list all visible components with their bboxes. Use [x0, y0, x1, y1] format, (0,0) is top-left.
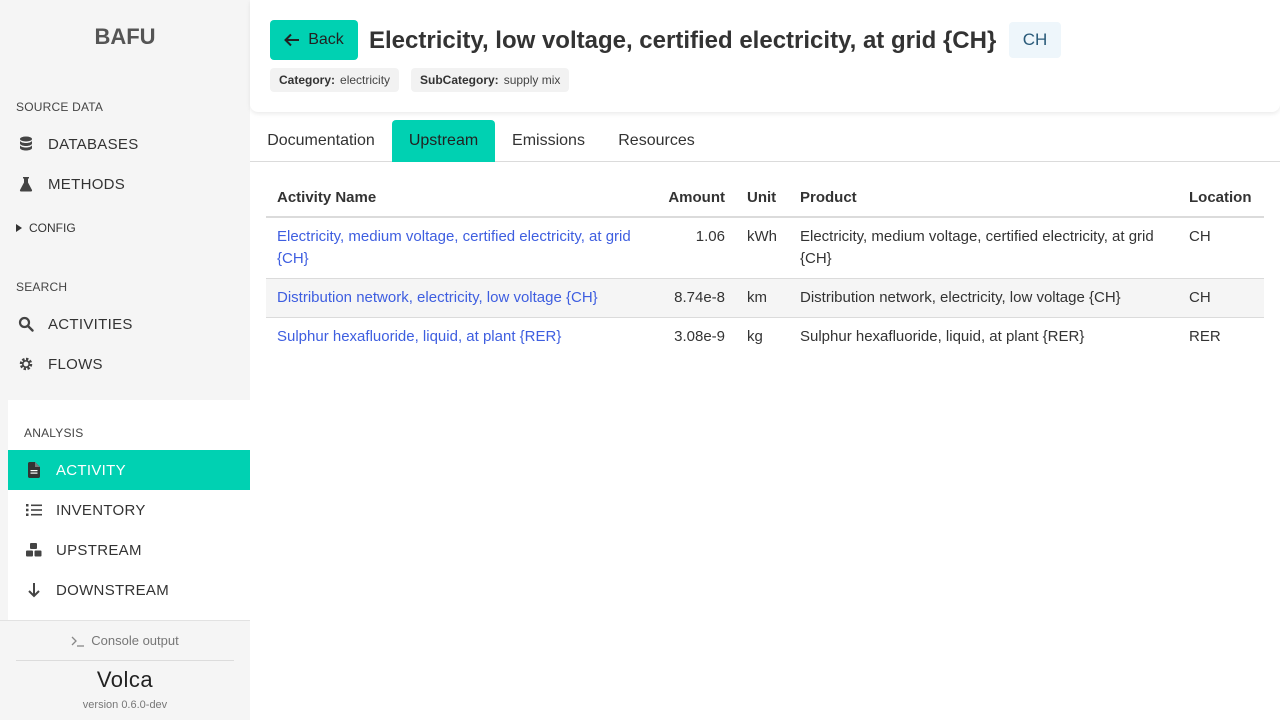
category-tag: Category: electricity	[270, 68, 400, 92]
sidebar-item-label: FLOWS	[48, 355, 103, 373]
sidebar-footer: Console output Volca version 0.6.0-dev	[0, 620, 250, 720]
config-toggle[interactable]: CONFIG	[16, 221, 76, 235]
sidebar-item-label: ACTIVITY	[56, 461, 126, 479]
upstream-table: Activity Name Amount Unit Product Locati…	[266, 178, 1264, 356]
sidebar-item-flows[interactable]: FLOWS	[0, 344, 250, 384]
cell-amount: 3.08e-9	[674, 328, 725, 345]
cell-location: RER	[1189, 328, 1221, 345]
search-icon	[16, 314, 36, 334]
activity-link[interactable]: Sulphur hexafluoride, liquid, at plant {…	[277, 328, 561, 345]
back-button[interactable]: Back	[270, 20, 358, 60]
tab-resources[interactable]: Resources	[602, 120, 711, 162]
category-value: electricity	[340, 73, 391, 87]
version-label: version 0.6.0-dev	[82, 699, 168, 711]
footer-divider	[16, 660, 234, 661]
cell-activity-name: Sulphur hexafluoride, liquid, at plant {…	[266, 318, 655, 357]
sidebar-item-activity[interactable]: ACTIVITY	[8, 450, 250, 490]
column-header-product[interactable]: Product	[789, 178, 1178, 218]
brand-title: BAFU	[94, 24, 156, 49]
sidebar-item-label: UPSTREAM	[56, 541, 142, 559]
cell-unit: km	[736, 278, 789, 318]
activity-link[interactable]: Distribution network, electricity, low v…	[277, 289, 598, 306]
gear-icon	[16, 354, 36, 374]
activity-header: Back Electricity, low voltage, certified…	[250, 0, 1280, 112]
cell-activity-name: Distribution network, electricity, low v…	[266, 278, 655, 318]
cell-activity-name: Electricity, medium voltage, certified e…	[266, 217, 655, 279]
table-row: Sulphur hexafluoride, liquid, at plant {…	[266, 318, 1264, 357]
column-header-unit[interactable]: Unit	[736, 178, 789, 218]
cell-unit: kg	[747, 328, 763, 345]
cell-amount: 1.06	[655, 217, 736, 279]
console-output-label: Console output	[91, 633, 179, 648]
activity-link[interactable]: Electricity, medium voltage, certified e…	[277, 228, 631, 267]
sidebar-item-methods[interactable]: METHODS	[0, 164, 250, 204]
cubes-icon	[24, 540, 44, 560]
subcategory-key: SubCategory:	[420, 73, 499, 87]
sidebar-item-downstream[interactable]: DOWNSTREAM	[8, 570, 250, 610]
tab-emissions[interactable]: Emissions	[495, 120, 602, 162]
arrow-down-icon	[24, 580, 44, 600]
category-key: Category:	[279, 73, 336, 87]
table-row: Electricity, medium voltage, certified e…	[266, 217, 1264, 279]
sidebar: BAFU SOURCE DATA DATABASES METHODS CONFI…	[0, 0, 250, 720]
subcategory-value: supply mix	[503, 73, 561, 87]
sidebar-item-upstream[interactable]: UPSTREAM	[8, 530, 250, 570]
table-row: Distribution network, electricity, low v…	[266, 278, 1264, 318]
table-header-row: Activity Name Amount Unit Product Locati…	[266, 178, 1264, 218]
back-label: Back	[308, 31, 344, 48]
cell-location: CH	[1178, 217, 1264, 279]
section-label-analysis: ANALYSIS	[24, 426, 84, 440]
sidebar-item-label: DATABASES	[48, 135, 139, 153]
cell-product: Distribution network, electricity, low v…	[789, 278, 1178, 318]
cell-unit: kWh	[736, 217, 789, 279]
terminal-icon	[71, 635, 85, 647]
sidebar-item-label: METHODS	[48, 175, 126, 193]
sidebar-item-label: DOWNSTREAM	[56, 581, 169, 599]
section-label-source-data: SOURCE DATA	[16, 100, 104, 114]
column-header-activity-name[interactable]: Activity Name	[266, 178, 655, 218]
tab-documentation[interactable]: Documentation	[250, 120, 392, 162]
cell-product: Sulphur hexafluoride, liquid, at plant {…	[800, 328, 1085, 345]
sidebar-item-label: ACTIVITIES	[48, 315, 133, 333]
document-icon	[24, 460, 44, 480]
volca-logo: Volca	[96, 667, 154, 692]
database-icon	[16, 134, 36, 154]
cell-amount: 8.74e-8	[655, 278, 736, 318]
sidebar-item-databases[interactable]: DATABASES	[0, 124, 250, 164]
flask-icon	[16, 174, 36, 194]
analysis-panel: ANALYSIS ACTIVITY INVENTORY UPSTREAM DOW…	[8, 400, 250, 620]
list-icon	[24, 500, 44, 520]
location-tag: CH	[1009, 22, 1061, 58]
sidebar-item-activities[interactable]: ACTIVITIES	[0, 304, 250, 344]
subcategory-tag: SubCategory: supply mix	[411, 68, 570, 92]
config-label: CONFIG	[29, 221, 76, 235]
tab-bar: Documentation Upstream Emissions Resourc…	[250, 120, 1280, 162]
console-output-button[interactable]: Console output	[0, 633, 250, 648]
column-header-location[interactable]: Location	[1178, 178, 1264, 218]
cell-product: Electricity, medium voltage, certified e…	[789, 217, 1178, 279]
column-header-amount[interactable]: Amount	[655, 178, 736, 218]
arrow-left-icon	[284, 33, 300, 47]
page-title: Electricity, low voltage, certified elec…	[369, 27, 997, 54]
sidebar-item-label: INVENTORY	[56, 501, 146, 519]
section-label-search: SEARCH	[16, 280, 68, 294]
cell-location: CH	[1178, 278, 1264, 318]
sidebar-item-inventory[interactable]: INVENTORY	[8, 490, 250, 530]
tab-upstream[interactable]: Upstream	[392, 120, 495, 162]
caret-right-icon	[16, 224, 22, 232]
